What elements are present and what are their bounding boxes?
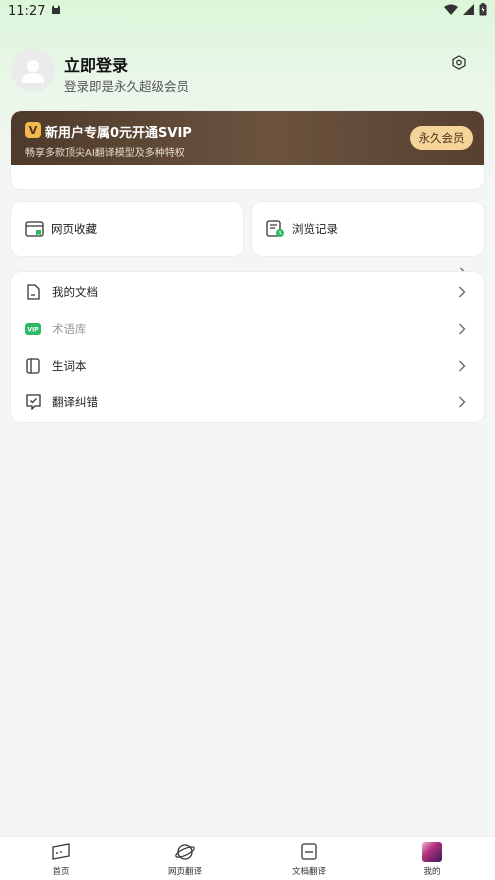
- tab-label: 文档翻译: [291, 867, 326, 877]
- chevron-right-icon: [457, 285, 467, 299]
- menu-item-label: 生词本: [52, 359, 87, 373]
- tab-document-translate[interactable]: 文档翻译: [269, 837, 349, 880]
- menu-item-label: 术语库: [52, 322, 87, 336]
- lifetime-member-button[interactable]: 永久会员: [410, 126, 473, 150]
- user-icon: [22, 60, 44, 83]
- chevron-right-icon: [457, 359, 467, 373]
- web-favorites-button[interactable]: 网页收藏: [11, 202, 243, 256]
- menu-item-label: 我的文档: [52, 285, 98, 299]
- notification-icon: [51, 4, 61, 19]
- web-favorites-label: 网页收藏: [51, 222, 97, 236]
- browse-history-label: 浏览记录: [292, 222, 338, 236]
- tab-mine[interactable]: 我的: [392, 837, 472, 880]
- signal-icon: [463, 3, 474, 19]
- vip-title: 新用户专属0元开通SVIP: [45, 126, 192, 141]
- home-icon: [51, 842, 71, 862]
- status-bar: 11:27: [0, 0, 495, 22]
- tab-label: 首页: [52, 867, 70, 877]
- document-translate-icon: [299, 842, 319, 862]
- settings-icon[interactable]: [448, 51, 470, 73]
- browse-history-button[interactable]: 浏览记录: [252, 202, 484, 256]
- wifi-icon: [444, 4, 458, 19]
- bookmark-icon: [24, 219, 44, 239]
- clock: 11:27: [8, 3, 46, 19]
- feedback-icon: [24, 393, 42, 411]
- tab-label: 网页翻译: [167, 867, 202, 877]
- vip-promo-card[interactable]: V 新用户专属0元开通SVIP 畅享多款顶尖AI翻译模型及多种特权 永久会员: [11, 111, 484, 189]
- tab-label: 我的: [423, 867, 441, 877]
- profile-picture-icon: [422, 842, 442, 862]
- menu-item-glossary[interactable]: VIP 术语库: [11, 311, 484, 347]
- chevron-right-icon: [457, 395, 467, 409]
- battery-icon: [479, 2, 487, 20]
- profile-header[interactable]: 立即登录 登录即是永久超级会员: [11, 48, 486, 94]
- menu-item-vocabulary[interactable]: 生词本: [11, 348, 484, 384]
- menu-item-translation-correction[interactable]: 翻译纠错: [11, 384, 484, 420]
- vip-icon: VIP: [24, 320, 42, 338]
- vip-banner[interactable]: V 新用户专属0元开通SVIP 畅享多款顶尖AI翻译模型及多种特权 永久会员: [11, 111, 484, 165]
- vip-description: 畅享多款顶尖AI翻译模型及多种特权: [25, 148, 185, 159]
- vip-badge-text: VIP: [27, 327, 39, 334]
- history-icon: [265, 219, 285, 239]
- chevron-right-icon: [457, 322, 467, 336]
- notebook-icon: [24, 357, 42, 375]
- planet-icon: [175, 842, 195, 862]
- tab-web-translate[interactable]: 网页翻译: [145, 837, 225, 880]
- menu-item-my-documents[interactable]: 我的文档: [11, 274, 484, 310]
- avatar[interactable]: [11, 48, 55, 92]
- login-subtitle: 登录即是永久超级会员: [64, 79, 190, 94]
- vip-badge-icon: V: [25, 122, 41, 138]
- bottom-tab-bar: 首页 网页翻译 文档翻译 我的: [0, 836, 495, 880]
- menu-item-label: 翻译纠错: [52, 395, 98, 409]
- menu-list: 我的文档 VIP 术语库 生词本 翻译纠错: [11, 272, 484, 422]
- tab-home[interactable]: 首页: [21, 837, 101, 880]
- login-title[interactable]: 立即登录: [64, 52, 128, 76]
- document-icon: [24, 283, 42, 301]
